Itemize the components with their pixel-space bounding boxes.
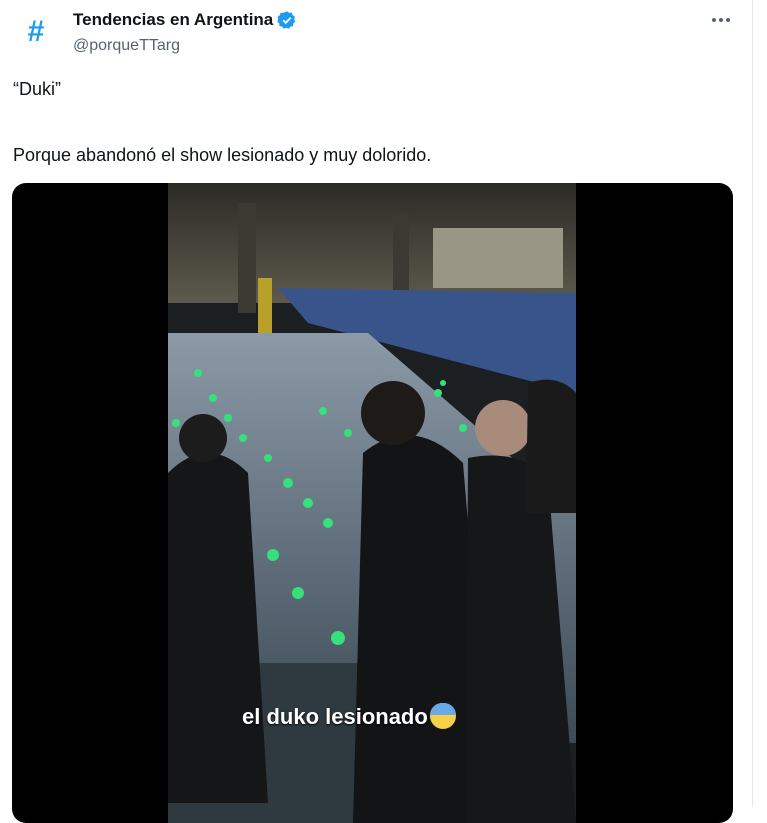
tweet-card: # Tendencias en Argentina @porqueTTarg “…: [0, 0, 767, 823]
account-name[interactable]: Tendencias en Argentina: [73, 10, 273, 30]
hashtag-avatar[interactable]: #: [14, 10, 58, 54]
tweet-text-line2: Porque abandonó el show lesionado y muy …: [13, 145, 432, 165]
account-name-row[interactable]: Tendencias en Argentina: [73, 10, 297, 30]
divider: [752, 0, 753, 807]
tweet-text-line1: “Duki”: [13, 79, 61, 99]
video-player[interactable]: el duko lesionado: [12, 183, 733, 823]
verified-badge-icon: [277, 11, 296, 29]
more-options-icon[interactable]: [706, 8, 736, 32]
account-handle[interactable]: @porqueTTarg: [73, 37, 180, 55]
video-caption: el duko lesionado: [242, 703, 456, 730]
anxious-face-emoji: [429, 703, 456, 729]
